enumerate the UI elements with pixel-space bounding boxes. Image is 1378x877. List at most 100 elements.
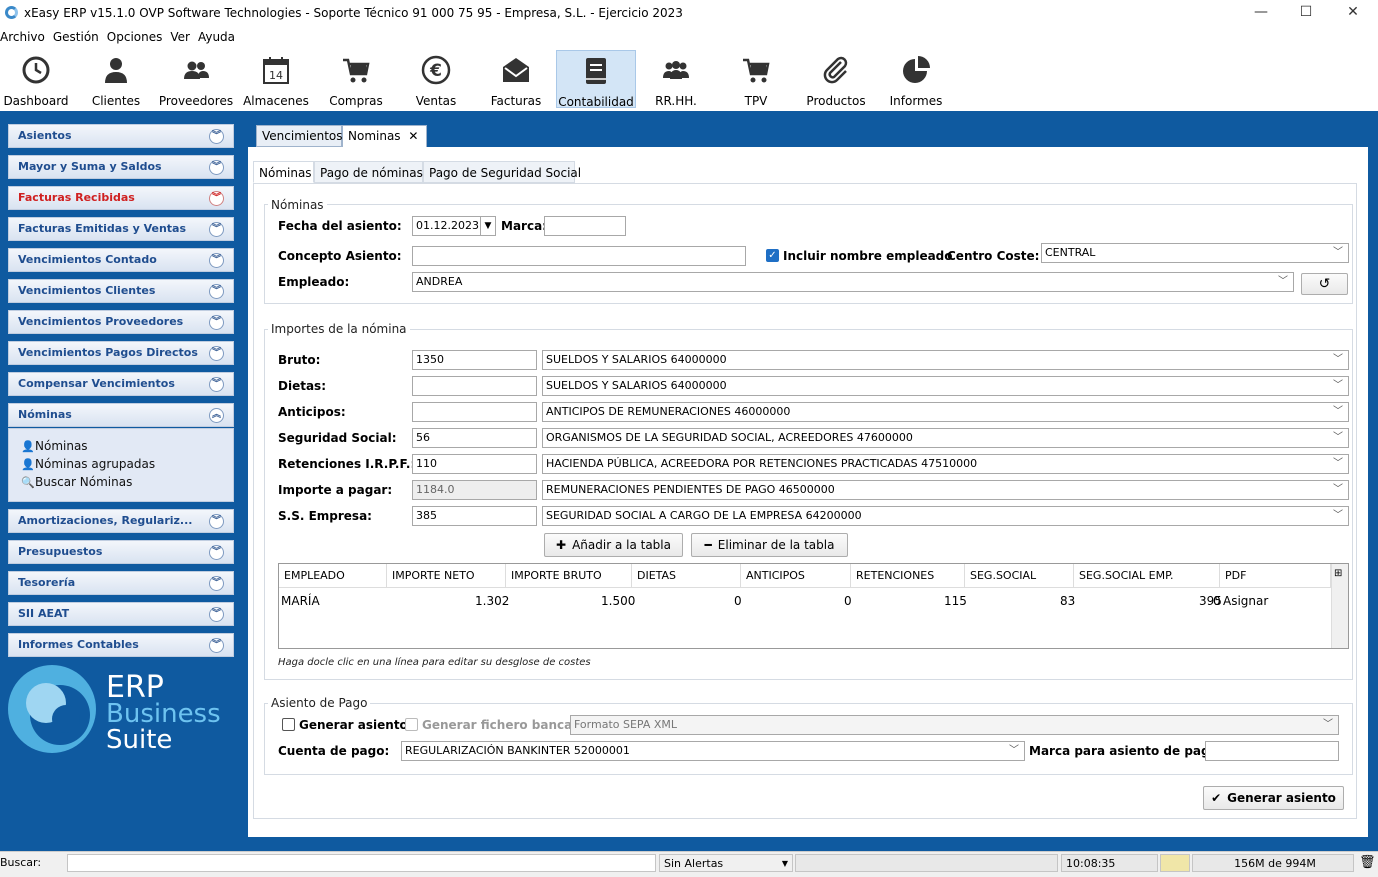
- marca-input[interactable]: [544, 216, 626, 236]
- payroll-table[interactable]: EMPLEADO IMPORTE NETO IMPORTE BRUTO DIET…: [278, 563, 1349, 649]
- sidebar-item-amortizaciones[interactable]: Amortizaciones, Regulariz... ︾: [8, 509, 234, 533]
- toolbar-ventas-button[interactable]: € Ventas: [396, 50, 476, 108]
- column-chooser-icon[interactable]: ⊞: [1334, 568, 1342, 579]
- global-search-input[interactable]: [67, 854, 656, 872]
- column-header-importe-bruto[interactable]: IMPORTE BRUTO: [506, 564, 632, 588]
- retenciones-input[interactable]: 110: [412, 454, 537, 474]
- menu-gestion[interactable]: Gestión: [53, 28, 99, 46]
- toolbar-tpv-button[interactable]: TPV: [716, 50, 796, 108]
- column-header-seg-social[interactable]: SEG.SOCIAL: [965, 564, 1074, 588]
- sidebar-item-vencimientos-pagos-directos[interactable]: Vencimientos Pagos Directos ︾: [8, 341, 234, 365]
- sidebar-item-vencimientos-clientes[interactable]: Vencimientos Clientes ︾: [8, 279, 234, 303]
- column-header-anticipos[interactable]: ANTICIPOS: [741, 564, 851, 588]
- fecha-input[interactable]: 01.12.2023: [412, 216, 481, 236]
- concepto-input[interactable]: [412, 246, 746, 266]
- anticipos-input[interactable]: [412, 402, 537, 422]
- generar-asiento-button[interactable]: ✔ Generar asiento: [1203, 786, 1344, 810]
- sidebar-item-presupuestos[interactable]: Presupuestos ︾: [8, 540, 234, 564]
- column-header-retenciones[interactable]: RETENCIONES: [851, 564, 965, 588]
- dietas-input[interactable]: [412, 376, 537, 396]
- bruto-input[interactable]: 1350: [412, 350, 537, 370]
- toolbar-rrhh-button[interactable]: RR.HH.: [636, 50, 716, 108]
- subtab-pago-seguridad-social[interactable]: Pago de Seguridad Social: [423, 161, 581, 183]
- sidebar-item-compensar[interactable]: Compensar Vencimientos ︾: [8, 372, 234, 396]
- trash-icon[interactable]: 🗑: [1359, 855, 1376, 870]
- toolbar-facturas-button[interactable]: Facturas: [476, 50, 556, 108]
- chevron-down-icon: ︾: [209, 607, 224, 622]
- minimize-button[interactable]: —: [1238, 3, 1284, 23]
- toolbar-productos-button[interactable]: Productos: [796, 50, 876, 108]
- add-to-table-button[interactable]: ✚ Añadir a la tabla: [544, 533, 683, 557]
- menu-opciones[interactable]: Opciones: [107, 28, 163, 46]
- toolbar-dashboard-button[interactable]: Dashboard: [0, 50, 76, 108]
- generar-fichero-label: Generar fichero bancario: [422, 718, 591, 732]
- seguridad-social-account-select[interactable]: ORGANISMOS DE LA SEGURIDAD SOCIAL, ACREE…: [542, 428, 1349, 448]
- menu-ayuda[interactable]: Ayuda: [198, 28, 235, 46]
- subtab-pago-nominas[interactable]: Pago de nóminas: [314, 161, 423, 183]
- submenu-item-buscar-nominas[interactable]: 🔍Buscar Nóminas: [21, 475, 132, 489]
- seguridad-social-input[interactable]: 56: [412, 428, 537, 448]
- sidebar-item-vencimientos-proveedores[interactable]: Vencimientos Proveedores ︾: [8, 310, 234, 334]
- column-header-seg-social-emp[interactable]: SEG.SOCIAL EMP.: [1074, 564, 1220, 588]
- anticipos-account-select[interactable]: ANTICIPOS DE REMUNERACIONES 46000000 ﹀: [542, 402, 1349, 422]
- sidebar-item-mayor[interactable]: Mayor y Suma y Saldos ︾: [8, 155, 234, 179]
- importe-pagar-account-select[interactable]: REMUNERACIONES PENDIENTES DE PAGO 465000…: [542, 480, 1349, 500]
- toolbar-clientes-button[interactable]: Clientes: [76, 50, 156, 108]
- sidebar-item-asientos[interactable]: Asientos ︾: [8, 124, 234, 148]
- toolbar-almacenes-button[interactable]: 14 Almacenes: [236, 50, 316, 108]
- toolbar-proveedores-button[interactable]: Proveedores: [156, 50, 236, 108]
- anticipos-label: Anticipos:: [278, 405, 346, 419]
- centro-coste-select[interactable]: CENTRAL ﹀: [1041, 243, 1349, 263]
- retenciones-account-select[interactable]: HACIENDA PÚBLICA, ACREEDORA POR RETENCIO…: [542, 454, 1349, 474]
- date-dropdown-icon[interactable]: ▼: [480, 216, 496, 236]
- menu-ver[interactable]: Ver: [170, 28, 190, 46]
- column-header-empleado[interactable]: EMPLEADO: [279, 564, 387, 588]
- empleado-select[interactable]: ANDREA ﹀: [412, 272, 1294, 292]
- menu-archivo[interactable]: Archivo: [0, 28, 45, 46]
- tab-vencimientos[interactable]: Vencimientos: [256, 125, 343, 147]
- toolbar-contabilidad-button[interactable]: Contabilidad: [556, 50, 636, 109]
- column-header-pdf[interactable]: PDF: [1220, 564, 1331, 588]
- importe-pagar-label: Importe a pagar:: [278, 483, 393, 497]
- ss-empresa-account-select[interactable]: SEGURIDAD SOCIAL A CARGO DE LA EMPRESA 6…: [542, 506, 1349, 526]
- remove-from-table-button[interactable]: ━ Eliminar de la tabla: [691, 533, 848, 557]
- alerts-select[interactable]: Sin Alertas ▼: [659, 854, 793, 872]
- sidebar-item-tesoreria[interactable]: Tesorería ︾: [8, 571, 234, 595]
- paperclip-icon: [821, 55, 851, 85]
- bruto-account-select[interactable]: SUELDOS Y SALARIOS 64000000 ﹀: [542, 350, 1349, 370]
- submenu-item-nominas[interactable]: 👤Nóminas: [21, 439, 88, 453]
- search-icon: 🔍: [21, 476, 35, 489]
- maximize-button[interactable]: ☐: [1283, 3, 1329, 23]
- column-header-dietas[interactable]: DIETAS: [632, 564, 741, 588]
- sidebar-item-facturas-emitidas[interactable]: Facturas Emitidas y Ventas ︾: [8, 217, 234, 241]
- cuenta-pago-select[interactable]: REGULARIZACIÓN BANKINTER 52000001 ﹀: [401, 741, 1025, 761]
- chevron-down-icon: ︾: [209, 514, 224, 529]
- chevron-down-icon: ﹀: [1333, 510, 1343, 521]
- close-window-button[interactable]: ✕: [1330, 3, 1376, 23]
- check-icon: ✔: [1211, 791, 1222, 805]
- incluir-nombre-checkbox[interactable]: ✓: [766, 249, 779, 262]
- ss-empresa-input[interactable]: 385: [412, 506, 537, 526]
- submenu-item-nominas-agrupadas[interactable]: 👤Nóminas agrupadas: [21, 457, 155, 471]
- generar-asiento-checkbox[interactable]: [282, 718, 295, 731]
- fecha-label: Fecha del asiento:: [278, 219, 402, 233]
- sidebar-item-vencimientos-contado[interactable]: Vencimientos Contado ︾: [8, 248, 234, 272]
- ledger-icon: [581, 56, 611, 86]
- asignar-link[interactable]: Asignar: [1223, 594, 1268, 608]
- table-scrollbar[interactable]: ⊞: [1331, 564, 1348, 648]
- column-header-importe-neto[interactable]: IMPORTE NETO: [387, 564, 506, 588]
- close-tab-icon[interactable]: ✕: [408, 129, 418, 143]
- dietas-account-select[interactable]: SUELDOS Y SALARIOS 64000000 ﹀: [542, 376, 1349, 396]
- tab-nominas[interactable]: Nominas ✕: [342, 125, 427, 148]
- subtab-nominas[interactable]: Nóminas: [253, 161, 314, 183]
- sidebar-item-sii-aeat[interactable]: SII AEAT ︾: [8, 602, 234, 626]
- marca-pago-input[interactable]: [1205, 741, 1339, 761]
- incluir-nombre-label: Incluir nombre empleado: [783, 249, 953, 263]
- refresh-employee-button[interactable]: ↺: [1301, 273, 1348, 295]
- sidebar-item-facturas-recibidas[interactable]: Facturas Recibidas ︾: [8, 186, 234, 210]
- toolbar-compras-button[interactable]: Compras: [316, 50, 396, 108]
- sidebar-item-nominas[interactable]: Nóminas ︽: [8, 403, 234, 427]
- sidebar-item-informes-contables[interactable]: Informes Contables ︾: [8, 633, 234, 657]
- chevron-down-icon: ︾: [209, 253, 224, 268]
- toolbar-informes-button[interactable]: Informes: [876, 50, 956, 108]
